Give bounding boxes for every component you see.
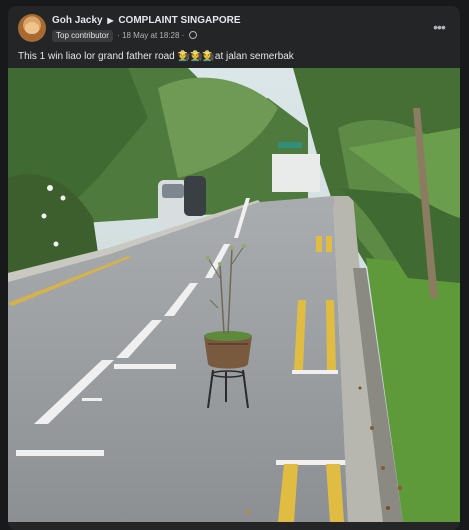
separator-dot: · xyxy=(181,31,185,40)
post-footer xyxy=(8,522,460,530)
post-header: Goh Jacky ▶ COMPLAINT SINGAPORE Top cont… xyxy=(18,14,450,48)
post-subline: Top contributor · 18 May at 18:28 · xyxy=(52,29,418,43)
more-options-icon[interactable]: ••• xyxy=(430,20,448,34)
post-title-line: Goh Jacky ▶ COMPLAINT SINGAPORE xyxy=(52,14,418,28)
globe-icon xyxy=(188,31,197,39)
author-name[interactable]: Goh Jacky xyxy=(52,15,103,26)
author-avatar[interactable] xyxy=(18,14,46,42)
group-name[interactable]: COMPLAINT SINGAPORE xyxy=(118,15,240,26)
post-card: Goh Jacky ▶ COMPLAINT SINGAPORE Top cont… xyxy=(8,6,460,530)
top-contributor-badge: Top contributor xyxy=(52,30,113,42)
post-caption: This 1 win liao lor grand father road 🧑‍… xyxy=(18,51,294,62)
post-photo[interactable] xyxy=(8,68,460,522)
post-meta: Goh Jacky ▶ COMPLAINT SINGAPORE Top cont… xyxy=(52,14,418,43)
arrow-right-icon: ▶ xyxy=(107,16,114,25)
separator-dot: · xyxy=(117,31,120,40)
post-timestamp[interactable]: 18 May at 18:28 xyxy=(122,31,179,40)
